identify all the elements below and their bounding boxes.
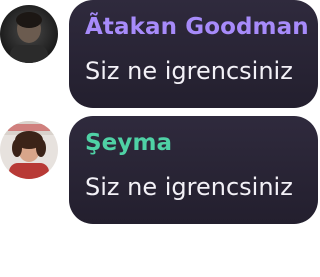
author-name[interactable]: Ãtakan Goodman (85, 16, 309, 39)
avatar[interactable] (0, 121, 58, 179)
chat-message-list: Ãtakan Goodman Siz ne igrencsiniz Şeyma … (0, 0, 320, 277)
message-text: Siz ne igrencsiniz (85, 173, 293, 201)
author-name[interactable]: Şeyma (85, 132, 172, 155)
avatar[interactable] (0, 5, 58, 63)
message-text: Siz ne igrencsiniz (85, 57, 293, 85)
message-bubble: Ãtakan Goodman Siz ne igrencsiniz (69, 0, 318, 108)
message-bubble: Şeyma Siz ne igrencsiniz (69, 116, 318, 224)
